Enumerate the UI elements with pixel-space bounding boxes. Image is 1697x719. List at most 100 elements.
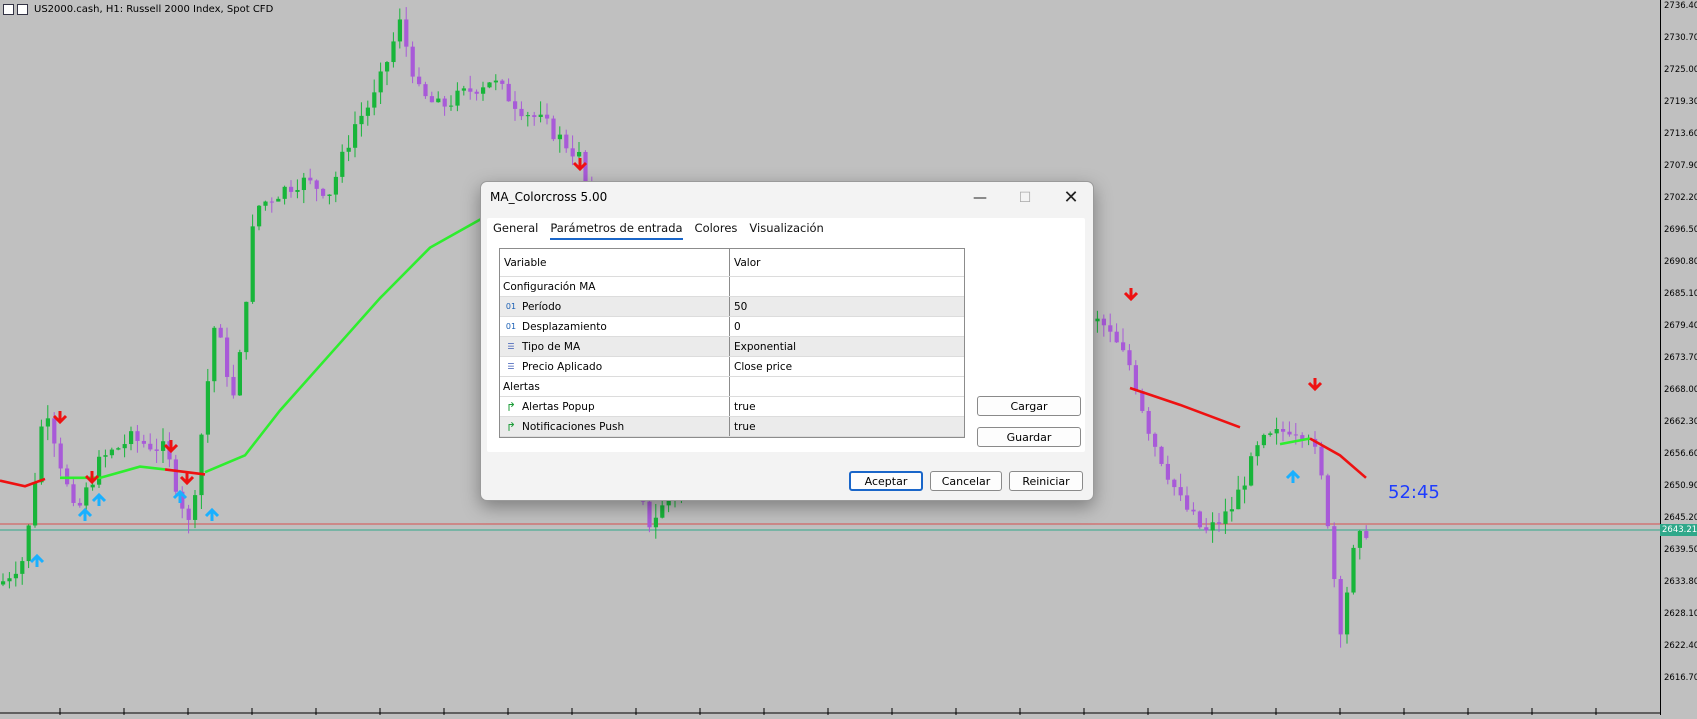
candle-body	[205, 381, 210, 435]
sell-arrow-icon	[1123, 288, 1139, 302]
bool-icon: ↱	[505, 419, 517, 434]
candle-body	[378, 71, 383, 93]
parameter-row[interactable]: ☰ Tipo de MA Exponential	[500, 337, 964, 357]
candle-body	[1121, 342, 1126, 351]
candle-body	[314, 180, 319, 189]
parameter-row[interactable]: ↱ Notificaciones Push true	[500, 417, 964, 437]
candle-body	[474, 91, 479, 94]
candle-body	[289, 186, 294, 192]
candle-body	[186, 508, 191, 520]
candle-body	[1204, 527, 1209, 531]
candle-body	[449, 105, 454, 107]
candle-body	[1287, 431, 1292, 435]
parameter-row[interactable]: ☰ Precio Aplicado Close price	[500, 357, 964, 377]
sell-arrow-icon	[84, 471, 100, 485]
ma-line-up	[60, 465, 166, 480]
enum-icon: ☰	[507, 342, 515, 351]
parameter-label: Desplazamiento	[522, 320, 607, 333]
candle-body	[154, 449, 159, 451]
candle-body	[577, 151, 582, 157]
candle-body	[1, 581, 6, 585]
candle-body	[570, 148, 575, 157]
candle-body	[327, 194, 332, 196]
candle-body	[538, 114, 543, 117]
tab-visualization[interactable]: Visualización	[749, 221, 823, 240]
parameter-label: Alertas Popup	[522, 400, 595, 413]
price-tick-label: 2668.00	[1664, 385, 1697, 395]
candle-body	[653, 517, 658, 528]
candle-body	[404, 19, 409, 47]
tab-general[interactable]: General	[493, 221, 538, 240]
parameter-value-cell[interactable]: Exponential	[730, 337, 964, 356]
load-button[interactable]: Cargar	[977, 396, 1081, 416]
reset-button[interactable]: Reiniciar	[1009, 471, 1083, 491]
parameter-value-cell[interactable]: 0	[730, 317, 964, 336]
parameter-row[interactable]: 01 Período 50	[500, 297, 964, 317]
parameter-label: Alertas	[503, 380, 540, 393]
candle-body	[199, 434, 204, 496]
candle-body	[1146, 410, 1151, 434]
candle-body	[97, 456, 102, 485]
parameter-row[interactable]: 01 Desplazamiento 0	[500, 317, 964, 337]
candle-body	[481, 87, 486, 94]
maximize-icon[interactable]: ☐	[1010, 188, 1040, 208]
int-icon: 01	[505, 302, 517, 311]
ma-line-down	[1309, 437, 1367, 479]
dialog-titlebar[interactable]: MA_Colorcross 5.00 — ☐ ✕	[481, 182, 1093, 216]
candle-body	[391, 41, 396, 63]
candle-body	[135, 431, 140, 441]
candle-body	[1319, 446, 1324, 476]
candle-body	[116, 448, 121, 450]
tab-colors[interactable]: Colores	[695, 221, 738, 240]
parameter-value-cell[interactable]: 50	[730, 297, 964, 316]
candle-body	[231, 376, 236, 396]
price-tick-label: 2702.20	[1664, 193, 1697, 203]
price-tick-label: 2662.30	[1664, 417, 1697, 427]
tab-input-parameters[interactable]: Parámetros de entrada	[550, 221, 683, 240]
ok-button[interactable]: Aceptar	[849, 471, 923, 491]
candle-body	[397, 19, 402, 42]
parameter-value-cell[interactable]: Close price	[730, 357, 964, 376]
price-tick-label: 2656.60	[1664, 449, 1697, 459]
minimize-icon[interactable]: —	[965, 188, 995, 208]
price-tick-label: 2673.70	[1664, 353, 1697, 363]
candle-body	[263, 201, 268, 206]
chart-title: US2000.cash, H1: Russell 2000 Index, Spo…	[34, 3, 274, 15]
parameter-row[interactable]: ↱ Alertas Popup true	[500, 397, 964, 417]
chart-properties-icon[interactable]	[17, 3, 28, 15]
candle-body	[551, 118, 556, 140]
candle-body	[1242, 485, 1247, 490]
chart-list-icon[interactable]	[3, 3, 14, 15]
candle-body	[1364, 531, 1369, 538]
buy-arrow-icon	[1285, 469, 1301, 483]
candle-body	[365, 107, 370, 116]
candle-body	[20, 561, 25, 574]
candle-body	[461, 88, 466, 91]
candle-body	[33, 482, 38, 526]
parameter-name-cell: Configuración MA	[500, 277, 730, 296]
candle-body	[84, 487, 89, 506]
candle-body	[122, 444, 127, 449]
ma-line-down	[0, 477, 46, 488]
candle-body	[1255, 445, 1260, 457]
candle-body	[276, 198, 281, 202]
candle-body	[1165, 463, 1170, 480]
chart-header: US2000.cash, H1: Russell 2000 Index, Spo…	[0, 0, 273, 18]
candle-body	[359, 115, 364, 125]
candle-body	[1293, 434, 1298, 436]
price-tick-label: 2719.30	[1664, 97, 1697, 107]
save-button[interactable]: Guardar	[977, 427, 1081, 447]
candle-body	[1159, 446, 1164, 464]
current-price-badge: 2643.21	[1660, 524, 1697, 536]
candle-body	[442, 98, 447, 107]
parameter-value-cell[interactable]: true	[730, 417, 964, 436]
parameter-label: Notificaciones Push	[522, 420, 625, 433]
candle-body	[1261, 434, 1266, 446]
ma-line-down	[1129, 386, 1241, 429]
candle-body	[557, 134, 562, 140]
candle-body	[13, 573, 18, 579]
price-tick-label: 2690.80	[1664, 257, 1697, 267]
close-icon[interactable]: ✕	[1056, 188, 1086, 208]
cancel-button[interactable]: Cancelar	[930, 471, 1002, 491]
parameter-value-cell[interactable]: true	[730, 397, 964, 416]
